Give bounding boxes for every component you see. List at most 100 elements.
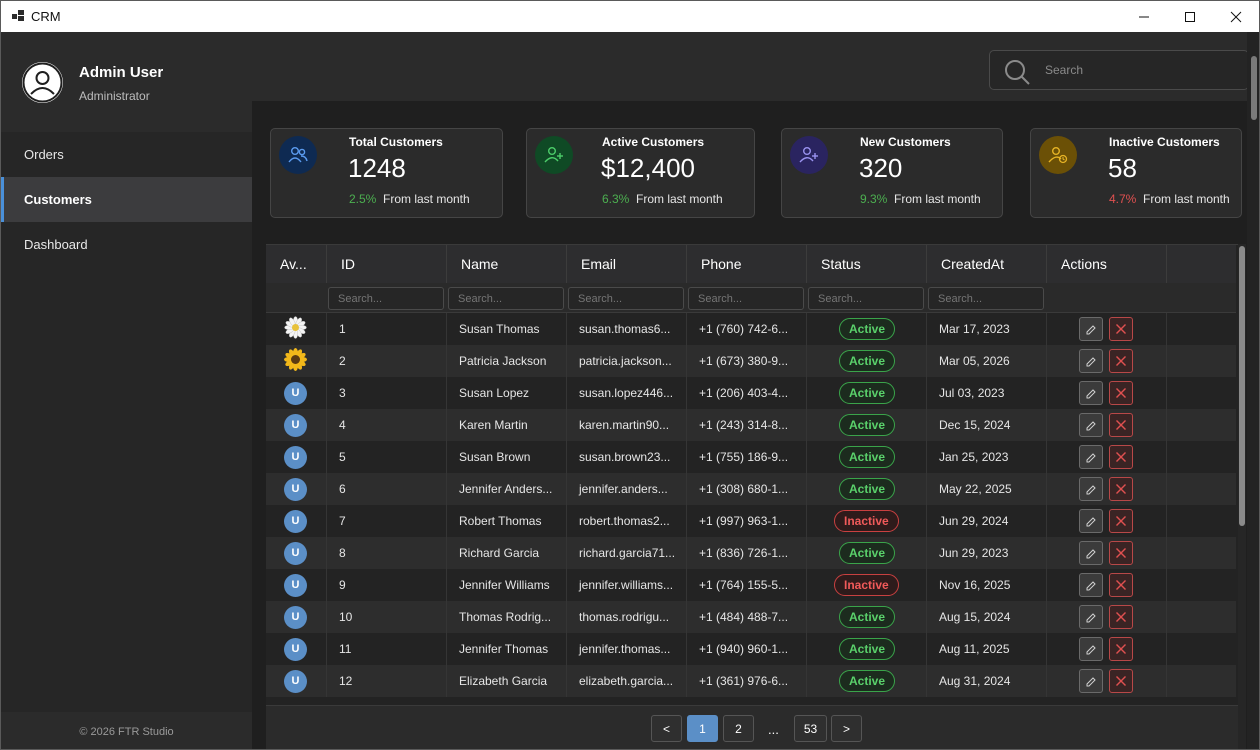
- table-scrollbar-thumb[interactable]: [1239, 246, 1245, 526]
- page-button-last[interactable]: 53: [794, 715, 827, 742]
- edit-button[interactable]: [1079, 349, 1103, 373]
- table-row[interactable]: U 7 Robert Thomas robert.thomas2... +1 (997)…: [266, 505, 1236, 537]
- delete-button[interactable]: [1109, 445, 1133, 469]
- edit-icon: [1086, 613, 1096, 623]
- edit-button[interactable]: [1079, 573, 1103, 597]
- delete-button[interactable]: [1109, 541, 1133, 565]
- edit-button[interactable]: [1079, 541, 1103, 565]
- edit-button[interactable]: [1079, 637, 1103, 661]
- search-input[interactable]: Search: [989, 50, 1249, 90]
- cell-status: Active: [807, 313, 927, 345]
- prev-page-button[interactable]: <: [651, 715, 682, 742]
- table-row[interactable]: U 5 Susan Brown susan.brown23... +1 (755) 18…: [266, 441, 1236, 473]
- column-header-status[interactable]: Status: [807, 245, 927, 283]
- cell-email: jennifer.williams...: [567, 569, 687, 601]
- edit-button[interactable]: [1079, 381, 1103, 405]
- delete-icon: [1116, 452, 1126, 462]
- table-row[interactable]: U 11 Jennifer Thomas jennifer.thomas... +1 (…: [266, 633, 1236, 665]
- edit-button[interactable]: [1079, 477, 1103, 501]
- cell-email: thomas.rodrigu...: [567, 601, 687, 633]
- table-scrollbar[interactable]: [1238, 244, 1246, 749]
- cell-actions: [1047, 345, 1167, 377]
- filter-name-input[interactable]: [448, 287, 564, 310]
- cell-name: Susan Thomas: [447, 313, 567, 345]
- edit-button[interactable]: [1079, 445, 1103, 469]
- table-row[interactable]: 2 Patricia Jackson patricia.jackson... +1 (…: [266, 345, 1236, 377]
- column-header-id[interactable]: ID: [327, 245, 447, 283]
- minimize-button[interactable]: [1121, 1, 1167, 32]
- edit-button[interactable]: [1079, 605, 1103, 629]
- edit-button[interactable]: [1079, 317, 1103, 341]
- cell-phone: +1 (484) 488-7...: [687, 601, 807, 633]
- page-scrollbar-thumb[interactable]: [1251, 56, 1257, 120]
- delete-button[interactable]: [1109, 477, 1133, 501]
- delete-icon: [1116, 548, 1126, 558]
- avatar: U: [284, 477, 307, 501]
- user-clock-icon: [1039, 136, 1077, 174]
- next-page-button[interactable]: >: [831, 715, 862, 742]
- filter-status-input[interactable]: [808, 287, 924, 310]
- sidebar-item-customers[interactable]: Customers: [1, 177, 252, 222]
- status-badge: Active: [839, 478, 896, 500]
- table-row[interactable]: U 3 Susan Lopez susan.lopez446... +1 (206) 4…: [266, 377, 1236, 409]
- delete-button[interactable]: [1109, 349, 1133, 373]
- edit-button[interactable]: [1079, 509, 1103, 533]
- stat-value: 58: [1108, 153, 1137, 183]
- table-row[interactable]: 1 Susan Thomas susan.thomas6... +1 (760) 74…: [266, 313, 1236, 345]
- delete-button[interactable]: [1109, 413, 1133, 437]
- title-bar: CRM: [1, 1, 1259, 32]
- users-icon: [279, 136, 317, 174]
- column-header-avatar[interactable]: Av...: [266, 245, 327, 283]
- page-button-1[interactable]: 1: [687, 715, 718, 742]
- cell-avatar: U: [266, 633, 327, 665]
- cell-id: 10: [327, 601, 447, 633]
- delete-button[interactable]: [1109, 509, 1133, 533]
- sidebar-item-orders[interactable]: Orders: [1, 132, 252, 177]
- status-badge: Active: [839, 606, 896, 628]
- column-header-created[interactable]: CreatedAt: [927, 245, 1047, 283]
- filter-phone-input[interactable]: [688, 287, 804, 310]
- cell-avatar: U: [266, 409, 327, 441]
- cell-phone: +1 (755) 186-9...: [687, 441, 807, 473]
- column-header-phone[interactable]: Phone: [687, 245, 807, 283]
- delete-button[interactable]: [1109, 669, 1133, 693]
- sidebar-item-dashboard[interactable]: Dashboard: [1, 222, 252, 267]
- maximize-button[interactable]: [1167, 1, 1213, 32]
- table-row[interactable]: U 8 Richard Garcia richard.garcia71... +1 (8…: [266, 537, 1236, 569]
- stat-card-active: Active Customers $12,400 6.3% From last …: [526, 128, 755, 218]
- cell-avatar: [266, 313, 327, 345]
- column-header-name[interactable]: Name: [447, 245, 567, 283]
- cell-phone: +1 (361) 976-6...: [687, 665, 807, 697]
- cell-status: Active: [807, 537, 927, 569]
- filter-id-input[interactable]: [328, 287, 444, 310]
- status-badge: Active: [839, 318, 896, 340]
- table-body: 1 Susan Thomas susan.thomas6... +1 (760) 74…: [266, 313, 1236, 705]
- table-row[interactable]: U 10 Thomas Rodrig... thomas.rodrigu... +1 (…: [266, 601, 1236, 633]
- cell-email: elizabeth.garcia...: [567, 665, 687, 697]
- table-row[interactable]: U 4 Karen Martin karen.martin90... +1 (243) …: [266, 409, 1236, 441]
- delete-button[interactable]: [1109, 637, 1133, 661]
- filter-created-input[interactable]: [928, 287, 1044, 310]
- cell-status: Active: [807, 601, 927, 633]
- table-row[interactable]: U 9 Jennifer Williams jennifer.williams... +…: [266, 569, 1236, 601]
- delete-button[interactable]: [1109, 381, 1133, 405]
- delete-button[interactable]: [1109, 573, 1133, 597]
- edit-button[interactable]: [1079, 413, 1103, 437]
- avatar: U: [284, 413, 307, 437]
- page-button-2[interactable]: 2: [723, 715, 754, 742]
- edit-button[interactable]: [1079, 669, 1103, 693]
- cell-name: Patricia Jackson: [447, 345, 567, 377]
- app-window: CRM Admin User Administrator Orders Cust…: [0, 0, 1260, 750]
- cell-status: Active: [807, 345, 927, 377]
- page-scrollbar[interactable]: [1247, 32, 1259, 749]
- close-window-button[interactable]: [1213, 1, 1259, 32]
- delete-button[interactable]: [1109, 317, 1133, 341]
- user-avatar-icon[interactable]: [22, 62, 63, 103]
- column-header-email[interactable]: Email: [567, 245, 687, 283]
- delete-button[interactable]: [1109, 605, 1133, 629]
- table-row[interactable]: U 12 Elizabeth Garcia elizabeth.garcia... +1…: [266, 665, 1236, 697]
- stat-change: 2.5%: [349, 192, 377, 206]
- cell-avatar: U: [266, 505, 327, 537]
- filter-email-input[interactable]: [568, 287, 684, 310]
- table-row[interactable]: U 6 Jennifer Anders... jennifer.anders... +1…: [266, 473, 1236, 505]
